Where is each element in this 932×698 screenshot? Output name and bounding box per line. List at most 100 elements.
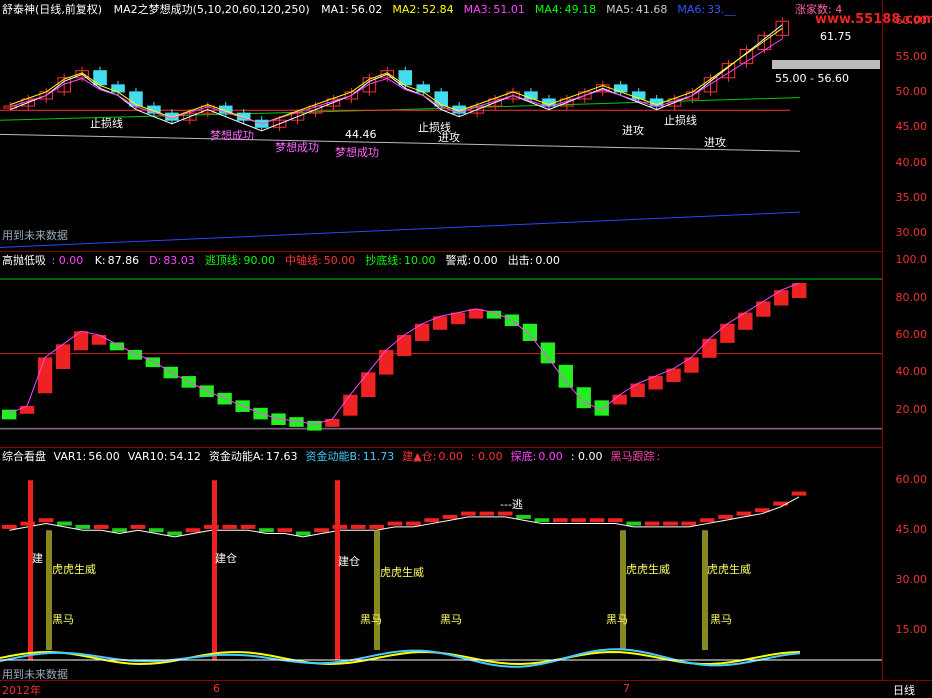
composite-pane[interactable]: 综合看盘 VAR1: 56.00 VAR10: 54.12 资金动能A: 17.63 资金动… [0,447,882,681]
ma-label-1: MA1: [321,3,349,16]
var-bar [589,518,605,523]
kd-bar [379,349,394,375]
kd-bar [540,342,556,364]
kd-bar [397,335,412,356]
var-bar [644,521,660,526]
composite-label-8: 黑马跟踪 [610,450,655,463]
kd-value-0: 87.86 [107,254,140,267]
kd-bar [37,357,53,394]
axis-tick: 15.00 [895,623,928,637]
kd-bar [774,290,789,306]
kd-axis: 100.0 80.00 60.00 40.00 20.00 [882,251,932,447]
composite-annotation: 虎虎生威 [707,563,751,576]
chart-annotation: 梦想成功 [210,129,254,142]
composite-value-4: 0.00 [438,450,463,463]
composite-annotation: 虎虎生威 [626,563,670,576]
kd-bar [702,338,717,358]
kd-bar [558,364,573,388]
composite-value-3: 11.73 [362,450,395,463]
var-bar [259,528,274,533]
kd-bar [73,331,89,351]
composite-title: 综合看盘 [2,450,46,463]
axis-tick: 20.00 [895,402,928,416]
kd-title-value: : 0.00 [51,254,84,267]
var-bar [699,518,715,523]
month-label-7: 7 [623,682,630,695]
kd-label-6: 出击: [507,254,534,267]
escape-label: ---逃 [500,498,523,511]
composite-annotation: 黑马 [52,613,74,626]
ma-value-6: 33.__ [707,3,736,16]
price-pane[interactable]: 舒泰神(日线,前复权) MA2之梦想成功(5,10,20,60,120,250)… [0,0,932,252]
axis-tick: 80.00 [895,290,928,304]
kd-bar [91,335,107,345]
kd-label-1: D: [149,254,162,267]
composite-annotation: 建仓 [338,555,360,568]
kd-label-3: 中轴线: [285,254,322,267]
var-bar [167,531,182,536]
axis-tick: 60.00 [895,473,928,487]
composite-label-4: 建▲仓: [402,450,437,463]
kd-chart[interactable] [0,251,882,447]
axis-tick: 40.00 [895,155,928,169]
var-bar [387,521,403,526]
kd-bar [19,405,35,414]
build-bar [212,480,217,660]
kd-bar [343,394,358,416]
composite-annotation: 虎虎生威 [380,566,424,579]
chart-annotation: 梦想成功 [335,146,379,159]
axis-tick: 45.00 [895,120,928,134]
tiger-bar [46,530,52,650]
var-bar [681,521,697,526]
chart-annotation: 止损线 [664,114,697,127]
var-bar [516,514,531,519]
build-bar [28,480,33,660]
var-bar [626,521,642,526]
composite-value-7: : 0.00 [570,450,603,463]
var-bar [369,524,384,529]
var-bar [350,524,366,529]
ma-label-2: MA2: [392,3,421,16]
var-bar [185,528,201,533]
kd-label-4: 抄底线: [365,254,402,267]
var-bar [497,511,513,516]
composite-annotation: 虎虎生威 [52,563,96,576]
chart-annotation: 进攻 [622,124,644,137]
ma-value-3: 51.01 [493,3,525,16]
var-bar [75,524,91,529]
month-label-6: 6 [213,682,220,695]
composite-label-6: 探底: [510,450,537,463]
var-line [9,496,800,538]
price-axis: 60.00 55.00 50.00 45.00 40.00 35.00 30.00 [882,0,932,251]
ma-value-2: 52.84 [422,3,454,16]
kd-value-1: 83.03 [163,254,195,267]
ma-label-3: MA3: [463,3,492,16]
var-bar [240,524,256,529]
var-bar [93,524,109,529]
var-bar [38,518,54,523]
kd-bar [307,420,322,431]
kd-label-2: 逃顶线: [204,254,242,267]
var-bar [534,518,550,523]
kd-header: 高抛低吸 : 0.00 K: 87.86 D: 83.03 逃顶线: 90.00 中轴线: 5… [2,252,578,268]
low-price-label: 44.46 [345,128,377,141]
kd-value-5: 0.00 [473,254,498,267]
var-bar [295,531,311,536]
kd-pane[interactable]: 高抛低吸 : 0.00 K: 87.86 D: 83.03 逃顶线: 90.00 中轴线: 5… [0,251,882,448]
var-bar [130,524,146,529]
var-bar [112,528,127,533]
axis-tick: 55.00 [895,49,928,63]
high-price-label: 61.75 [820,30,852,43]
var-bar [277,528,293,533]
axis-tick: 60.00 [895,14,928,28]
ma-value-4: 49.18 [564,3,597,16]
composite-value-8: : [656,450,661,463]
chart-annotation: 进攻 [438,131,460,144]
stock-title: 舒泰神(日线,前复权) [2,3,103,16]
kd-bar [720,323,735,343]
kd-title: 高抛低吸 [2,254,46,267]
kd-label-5: 警戒: [445,254,472,267]
composite-annotation: 黑马 [360,613,382,626]
kd-value-3: 50.00 [323,254,356,267]
var-bar [479,511,495,516]
